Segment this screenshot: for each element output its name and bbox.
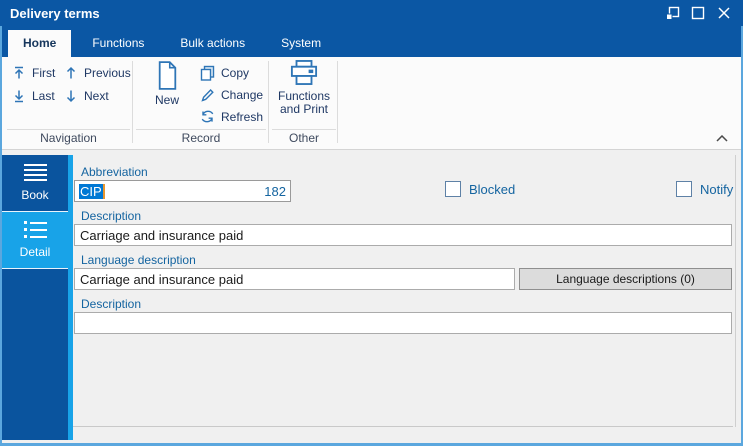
- new-label: New: [154, 93, 179, 107]
- change-button[interactable]: Change: [200, 85, 263, 104]
- abbreviation-field[interactable]: CIP 182: [74, 180, 291, 202]
- sidebar-item-detail[interactable]: Detail: [2, 212, 68, 269]
- close-icon[interactable]: [711, 0, 737, 26]
- text-caret: [102, 183, 105, 199]
- language-description-input[interactable]: [74, 268, 515, 290]
- description-label: Description: [81, 209, 142, 223]
- notify-label: Notify: [700, 181, 734, 197]
- group-separator: [132, 61, 133, 143]
- notify-checkbox[interactable]: Notify: [676, 181, 733, 197]
- refresh-label: Refresh: [221, 109, 264, 124]
- copy-label: Copy: [221, 65, 250, 80]
- abbreviation-label: Abbreviation: [81, 165, 148, 179]
- next-label: Next: [84, 88, 109, 103]
- description-input[interactable]: [74, 224, 732, 246]
- window-title: Delivery terms: [10, 5, 100, 21]
- blocked-label: Blocked: [469, 181, 516, 197]
- checkbox-box-icon: [676, 181, 692, 197]
- next-button[interactable]: Next: [64, 86, 109, 105]
- maximize-icon[interactable]: [685, 0, 711, 26]
- last-label: Last: [32, 88, 55, 103]
- functions-and-print-label: Functions and Print: [277, 89, 331, 116]
- tab-bulk-actions[interactable]: Bulk actions: [165, 30, 260, 57]
- ribbon-tabbar: Home Functions Bulk actions System: [0, 26, 743, 57]
- window-border: [0, 26, 2, 446]
- menu-icon: [23, 164, 47, 181]
- arrow-down-bar-icon: [14, 90, 24, 102]
- pencil-icon: [201, 89, 214, 102]
- abbreviation-selected-text: CIP: [79, 183, 103, 199]
- navigation-group-caption: Navigation: [7, 129, 130, 147]
- form-right-divider: [735, 155, 736, 427]
- previous-button[interactable]: Previous: [64, 63, 131, 82]
- language-descriptions-button[interactable]: Language descriptions (0): [519, 268, 732, 290]
- new-document-icon: [158, 61, 176, 90]
- titlebar: Delivery terms: [0, 0, 743, 26]
- detail-list-icon: [23, 221, 47, 238]
- first-label: First: [32, 65, 56, 80]
- first-button[interactable]: First: [12, 63, 55, 82]
- blocked-checkbox[interactable]: Blocked: [445, 181, 515, 197]
- change-label: Change: [221, 87, 264, 102]
- form-area: Abbreviation CIP 182 Blocked Notify Desc…: [73, 155, 733, 427]
- tab-system[interactable]: System: [266, 30, 336, 57]
- restore-window-icon[interactable]: [659, 0, 685, 26]
- previous-label: Previous: [84, 65, 131, 80]
- tab-home[interactable]: Home: [8, 30, 72, 57]
- collapse-ribbon-button[interactable]: [713, 131, 731, 145]
- other-group-caption: Other: [272, 129, 336, 147]
- refresh-button[interactable]: Refresh: [200, 107, 263, 126]
- chevron-up-icon: [716, 134, 728, 142]
- sidebar-item-book[interactable]: Book: [2, 155, 68, 212]
- arrow-up-bar-icon: [14, 66, 24, 78]
- record-counter: 182: [264, 183, 286, 199]
- last-button[interactable]: Last: [12, 86, 55, 105]
- copy-icon: [200, 65, 215, 81]
- window-controls: [659, 0, 743, 26]
- description2-input[interactable]: [74, 312, 732, 334]
- checkbox-box-icon: [445, 181, 461, 197]
- sidebar-item-label: Detail: [19, 245, 51, 259]
- refresh-icon: [201, 110, 214, 123]
- functions-and-print-button[interactable]: Functions and Print: [273, 59, 335, 116]
- record-group-caption: Record: [136, 129, 266, 147]
- ribbon: First Previous Last Next Navigation New …: [2, 57, 741, 150]
- printer-icon: [290, 60, 318, 85]
- new-button[interactable]: New: [144, 61, 190, 107]
- sidebar: Book Detail: [2, 155, 68, 440]
- tab-functions[interactable]: Functions: [77, 30, 159, 57]
- sidebar-item-label: Book: [21, 188, 49, 202]
- delivery-terms-window: Delivery terms Home Functions Bulk actio…: [0, 0, 743, 446]
- language-description-label: Language description: [81, 253, 196, 267]
- arrow-down-icon: [66, 90, 76, 102]
- description2-label: Description: [81, 297, 142, 311]
- group-separator: [337, 61, 338, 143]
- copy-button[interactable]: Copy: [200, 63, 249, 82]
- arrow-up-icon: [66, 66, 76, 78]
- group-separator: [268, 61, 269, 143]
